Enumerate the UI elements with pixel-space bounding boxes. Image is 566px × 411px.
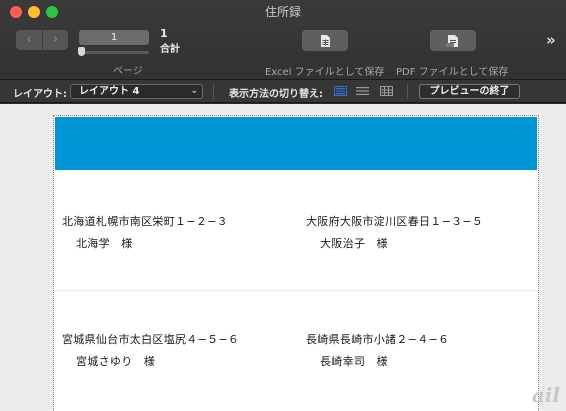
preview-page: 北海道札幌市南区栄町１−２−３ 北海学 様 大阪府大阪市淀川区春日１−３−５ 大… — [53, 115, 539, 411]
page-total-label: 合計 — [160, 44, 180, 55]
toolbar-divider — [213, 84, 214, 99]
window-toolbar: 住所録 ‹ › 1 1 合計 ページ Excel ファイルとして保存 PDF フ… — [0, 0, 566, 80]
window-title: 住所録 — [264, 5, 301, 19]
next-page-button[interactable]: › — [42, 30, 68, 50]
address-label: 宮城県仙台市太白区塩尻４−５−６ 宮城さゆり 様 — [62, 331, 239, 369]
save-as-pdf-button[interactable] — [430, 30, 476, 51]
spreadsheet-document-icon — [321, 34, 330, 47]
preview-area[interactable]: 北海道札幌市南区栄町１−２−３ 北海学 様 大阪府大阪市淀川区春日１−３−５ 大… — [0, 104, 566, 411]
save-as-excel-label: Excel ファイルとして保存 — [265, 67, 385, 78]
label-recipient: 長崎幸司 様 — [320, 355, 388, 368]
chevron-down-icon: ⌄ — [190, 86, 198, 96]
layout-bar: レイアウト: レイアウト 4 ⌄ 表示方法の切り替え: プレビューの終了 — [0, 80, 566, 103]
chevron-right-icon: › — [52, 32, 59, 47]
page-number-field[interactable]: 1 — [79, 30, 149, 45]
page-total: 1 — [160, 27, 168, 40]
toolbar-divider — [407, 84, 408, 99]
watermark-logo: ail — [531, 383, 560, 407]
label-address: 長崎県長崎市小諸２−４−６ — [306, 333, 450, 346]
pdf-document-icon — [446, 34, 458, 47]
label-recipient: 宮城さゆり 様 — [76, 355, 156, 368]
save-as-pdf-label: PDF ファイルとして保存 — [396, 67, 509, 78]
label-recipient: 大阪治子 様 — [320, 237, 388, 250]
label-address: 北海道札幌市南区栄町１−２−３ — [62, 215, 228, 228]
view-switch-label: 表示方法の切り替え: — [229, 89, 323, 100]
table-view-icon[interactable] — [380, 86, 393, 96]
end-preview-button[interactable]: プレビューの終了 — [419, 84, 520, 99]
label-address: 宮城県仙台市太白区塩尻４−５−６ — [62, 333, 240, 346]
address-label: 大阪府大阪市淀川区春日１−３−５ 大阪治子 様 — [306, 213, 483, 251]
previous-page-button[interactable]: ‹ — [16, 30, 42, 50]
toolbar-overflow-icon[interactable]: » — [546, 31, 556, 49]
address-label: 北海道札幌市南区栄町１−２−３ 北海学 様 — [62, 213, 228, 251]
label-row-divider — [54, 290, 538, 291]
layout-select-value: レイアウト 4 — [79, 86, 140, 97]
label-recipient: 北海学 様 — [76, 237, 133, 250]
vertical-scrollbar[interactable] — [556, 104, 566, 411]
address-label: 長崎県長崎市小諸２−４−６ 長崎幸司 様 — [306, 331, 449, 369]
page-label: ページ — [113, 66, 143, 77]
page-slider-knob[interactable] — [78, 47, 85, 56]
page-header-band — [55, 117, 537, 170]
layout-select[interactable]: レイアウト 4 ⌄ — [70, 84, 203, 99]
layout-label: レイアウト: — [13, 89, 67, 100]
page-navigation: ‹ › — [16, 30, 68, 50]
save-as-excel-button[interactable] — [302, 30, 348, 51]
label-address: 大阪府大阪市淀川区春日１−３−５ — [306, 215, 484, 228]
list-view-icon[interactable] — [356, 86, 369, 96]
chevron-left-icon: ‹ — [26, 32, 32, 47]
form-view-icon[interactable] — [334, 86, 347, 96]
page-slider[interactable] — [79, 51, 149, 54]
